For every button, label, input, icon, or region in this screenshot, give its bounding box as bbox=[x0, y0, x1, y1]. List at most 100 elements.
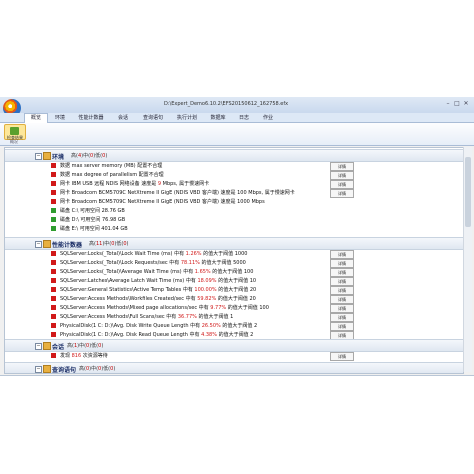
result-row: SQLServer:Access Methods\Full Scans/sec … bbox=[5, 313, 463, 322]
app-window: D:\Expert_Demo6.10.2\EFS20150612_162758.… bbox=[0, 97, 474, 376]
severity-flag-icon bbox=[51, 305, 56, 310]
result-text-pre: 网卡 Broadcom BCM5709C NetXtreme II GigE (… bbox=[60, 190, 295, 196]
tab-databases[interactable]: 数据库 bbox=[206, 114, 230, 122]
tab-sessions[interactable]: 会话 bbox=[112, 114, 134, 122]
detail-button[interactable]: 详情 bbox=[330, 277, 354, 286]
minimize-icon[interactable]: – bbox=[444, 100, 452, 107]
result-text-pre: PhysicalDisk(1 C: D:)\Avg. Disk Write Qu… bbox=[60, 323, 202, 329]
section-icon bbox=[43, 365, 51, 373]
detail-button[interactable]: 详情 bbox=[330, 295, 354, 304]
detail-button[interactable]: 详情 bbox=[330, 171, 354, 180]
section-header-environment[interactable]: − 环境 高(4)中(0)低(0) bbox=[5, 149, 463, 162]
detail-button[interactable]: 详情 bbox=[330, 180, 354, 189]
detail-button[interactable]: 详情 bbox=[330, 162, 354, 171]
result-text-pre: SQLServer:Locks(_Total)\Average Wait Tim… bbox=[60, 269, 195, 275]
severity-flag-icon bbox=[51, 251, 56, 256]
result-text-pre: SQLServer:Access Methods\Workfiles Creat… bbox=[60, 296, 198, 302]
severity-flag-icon bbox=[51, 199, 56, 204]
tab-environment[interactable]: 环境 bbox=[50, 114, 70, 122]
close-icon[interactable]: ✕ bbox=[462, 100, 470, 107]
vertical-scrollbar[interactable] bbox=[463, 147, 472, 372]
section-counts: 高(1)中(0)低(0) bbox=[67, 343, 104, 349]
section-title: 会话 bbox=[52, 344, 65, 351]
result-text-pre: SQLServer:Locks(_Total)\Lock Requests/se… bbox=[60, 260, 181, 266]
result-row: SQLServer:Access Methods\Mixed page allo… bbox=[5, 304, 463, 313]
section-title: 查询语句 bbox=[52, 367, 77, 374]
detail-button[interactable]: 详情 bbox=[330, 268, 354, 277]
result-text-post: 的值大于阀值 2 bbox=[220, 323, 258, 329]
result-row: 磁盘 C:\ 可用空间 28.76 GB bbox=[5, 207, 463, 215]
severity-flag-icon bbox=[51, 217, 56, 222]
detail-button[interactable]: 详情 bbox=[330, 304, 354, 313]
result-value: 4.38% bbox=[201, 332, 217, 338]
result-row: 网卡 Broadcom BCM5709C NetXtreme II GigE (… bbox=[5, 198, 463, 206]
result-text-post: 的值大于阀值 20 bbox=[216, 287, 257, 293]
result-text-post: 的值大于阀值 10 bbox=[216, 278, 257, 284]
detail-button[interactable]: 详情 bbox=[330, 322, 354, 331]
result-text-pre: PhysicalDisk(1 C: D:)\Avg. Disk Read Que… bbox=[60, 332, 202, 338]
section-counts: 高(11)中(0)低(0) bbox=[89, 241, 129, 247]
collapse-toggle-icon[interactable]: − bbox=[35, 241, 42, 248]
detail-button[interactable]: 详情 bbox=[330, 352, 354, 361]
tab-execution-plans[interactable]: 执行计划 bbox=[172, 114, 202, 122]
result-row: PhysicalDisk(1 C: D:)\Avg. Disk Write Qu… bbox=[5, 322, 463, 331]
result-text: SQLServer:Access Methods\Workfiles Creat… bbox=[60, 296, 256, 302]
detail-button[interactable]: 详情 bbox=[330, 313, 354, 322]
section-title: 性能计数器 bbox=[52, 242, 83, 249]
tab-jobs[interactable]: 作业 bbox=[258, 114, 278, 122]
result-text-post: 的值大于阀值 2 bbox=[217, 332, 254, 338]
section-icon bbox=[43, 152, 51, 160]
check-results-button[interactable]: 检查结果 bbox=[4, 124, 26, 140]
section-counts: 高(4)中(0)低(0) bbox=[71, 153, 108, 159]
result-row: SQLServer:Locks(_Total)\Lock Requests/se… bbox=[5, 259, 463, 268]
ribbon: 检查结果 概况 bbox=[0, 123, 474, 146]
severity-flag-icon bbox=[51, 190, 56, 195]
maximize-icon[interactable]: □ bbox=[453, 100, 461, 107]
severity-flag-icon bbox=[51, 226, 56, 231]
section-header-perf-counters[interactable]: − 性能计数器 高(11)中(0)低(0) bbox=[5, 237, 463, 250]
section-header-sessions[interactable]: − 会话 高(1)中(0)低(0) bbox=[5, 339, 463, 352]
result-row: 磁盘 E:\ 可用空间 401.04 GB bbox=[5, 225, 463, 233]
result-value: 59.82% bbox=[197, 296, 217, 302]
result-text: 数据 max degree of parallelism 配置不合理 bbox=[60, 172, 164, 178]
result-row: 网卡 IBM USB 远程 NDIS 网络设备 速度是 9 Mbps, 属于慢速… bbox=[5, 180, 463, 189]
check-results-icon bbox=[10, 127, 19, 135]
tab-queries[interactable]: 查询语句 bbox=[138, 114, 168, 122]
section-icon bbox=[43, 240, 51, 248]
result-row: 网卡 Broadcom BCM5709C NetXtreme II GigE (… bbox=[5, 189, 463, 198]
result-value: 1.26% bbox=[185, 251, 202, 257]
result-text: SQLServer:General Statistics\Active Temp… bbox=[60, 287, 256, 293]
scrollbar-thumb[interactable] bbox=[465, 157, 471, 227]
menu-tab-bar: 概览 环境 性能计数器 会话 查询语句 执行计划 数据库 日志 作业 bbox=[0, 113, 474, 123]
detail-button[interactable]: 详情 bbox=[330, 189, 354, 198]
result-text: 磁盘 E:\ 可用空间 401.04 GB bbox=[60, 226, 128, 232]
detail-button[interactable]: 详情 bbox=[330, 259, 354, 268]
collapse-toggle-icon[interactable]: − bbox=[35, 343, 42, 350]
result-value: 78.11% bbox=[180, 260, 200, 266]
section-header-queries[interactable]: − 查询语句 高(0)中(0)低(0) bbox=[5, 362, 463, 374]
window-title: D:\Expert_Demo6.10.2\EFS20150612_162758.… bbox=[164, 101, 289, 107]
section-counts: 高(0)中(0)低(0) bbox=[79, 366, 116, 372]
result-text: 网卡 IBM USB 远程 NDIS 网络设备 速度是 9 Mbps, 属于慢速… bbox=[60, 181, 209, 187]
result-row: SQLServer:Access Methods\Workfiles Creat… bbox=[5, 295, 463, 304]
result-text-pre: 磁盘 C:\ 可用空间 28.76 GB bbox=[60, 208, 125, 214]
severity-flag-icon bbox=[51, 287, 56, 292]
result-value: 1.65% bbox=[194, 269, 211, 275]
result-text: SQLServer:Locks(_Total)\Lock Requests/se… bbox=[60, 260, 246, 266]
collapse-toggle-icon[interactable]: − bbox=[35, 366, 42, 373]
detail-button[interactable]: 详情 bbox=[330, 250, 354, 259]
tab-perf-counters[interactable]: 性能计数器 bbox=[74, 114, 108, 122]
collapse-toggle-icon[interactable]: − bbox=[35, 153, 42, 160]
section-icon bbox=[43, 342, 51, 350]
severity-flag-icon bbox=[51, 314, 56, 319]
tab-logs[interactable]: 日志 bbox=[234, 114, 254, 122]
result-row: 数据 max degree of parallelism 配置不合理 详情 bbox=[5, 171, 463, 180]
tab-overview[interactable]: 概览 bbox=[24, 113, 48, 123]
result-text-pre: 数据 max degree of parallelism 配置不合理 bbox=[60, 172, 164, 178]
result-row: 发现 816 次资源等待 详情 bbox=[5, 352, 463, 361]
result-text-post: 的值大于阀值 20 bbox=[216, 296, 256, 302]
severity-flag-icon bbox=[51, 172, 56, 177]
detail-button[interactable]: 详情 bbox=[330, 286, 354, 295]
result-text: SQLServer:Access Methods\Full Scans/sec … bbox=[60, 314, 233, 320]
result-text-pre: SQLServer:Locks(_Total)\Lock Wait Time (… bbox=[60, 251, 186, 257]
